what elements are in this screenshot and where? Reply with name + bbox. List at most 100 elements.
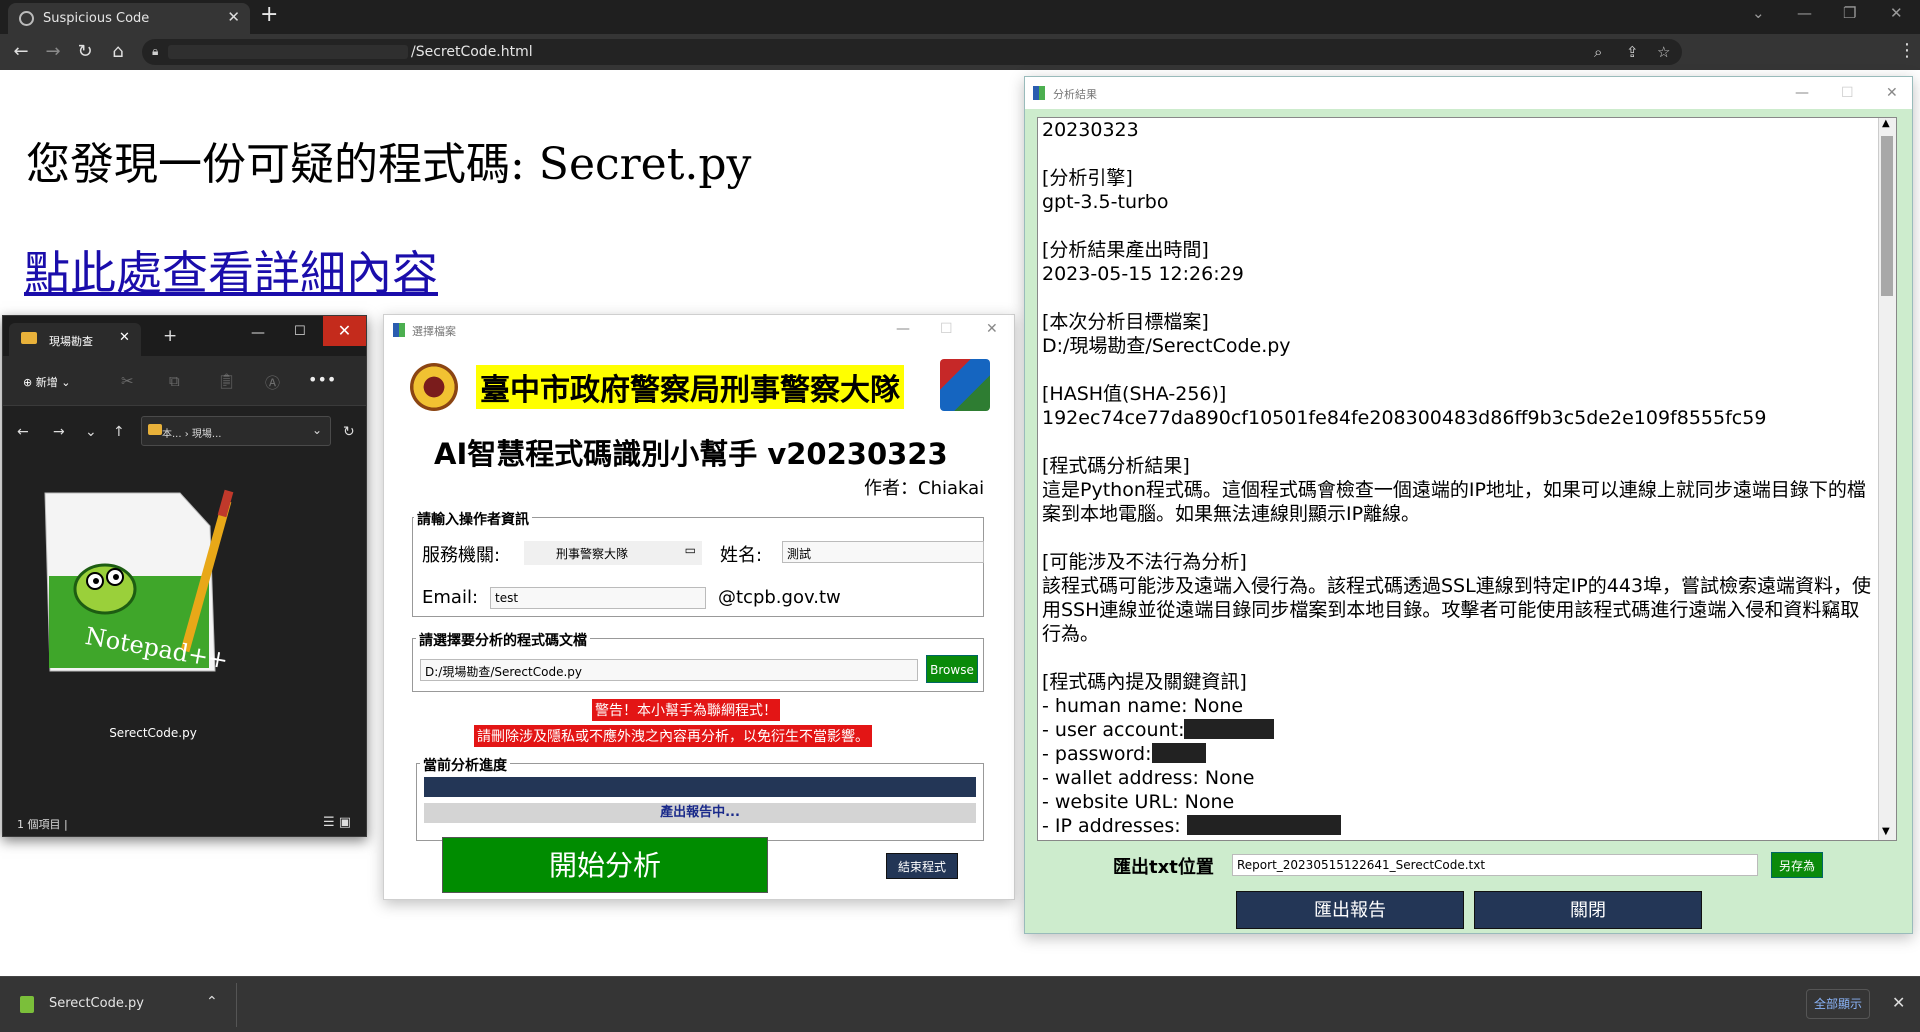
bookmark-star-icon[interactable]: ☆	[1657, 43, 1670, 61]
explorer-close-icon[interactable]: ✕	[323, 316, 366, 346]
progress-bar	[424, 777, 976, 797]
start-analysis-button[interactable]: 開始分析	[442, 837, 768, 893]
forward-icon[interactable]: →	[42, 41, 64, 62]
divider	[236, 983, 237, 1027]
browser-menu-icon[interactable]: ⋮	[1898, 40, 1916, 61]
result-line: [本次分析目標檔案]	[1042, 311, 1209, 333]
show-all-button[interactable]: 全部顯示	[1806, 989, 1870, 1019]
restore-icon[interactable]: ❐	[1843, 4, 1856, 22]
python-file-icon	[20, 996, 34, 1013]
share-icon[interactable]: ⇪	[1626, 43, 1639, 61]
explorer-maximize-icon[interactable]: ☐	[294, 324, 306, 339]
result-line: [程式碼分析結果]	[1042, 455, 1190, 477]
result-line: - IP addresses:	[1042, 815, 1181, 837]
author-label: 作者：Chiakai	[864, 478, 985, 499]
explorer-breadcrumb-box[interactable]: 本... › 現場... ⌄	[141, 416, 331, 446]
close-window-icon[interactable]: ✕	[1890, 4, 1903, 22]
page-heading: 您發現一份可疑的程式碼: Secret.py	[26, 139, 752, 190]
back-icon[interactable]: ←	[10, 41, 32, 62]
url-redacted	[168, 45, 408, 59]
item-count: 1 個項目	[17, 818, 61, 831]
result-line: [程式碼內提及關鍵資訊]	[1042, 671, 1247, 693]
result-scrollbar[interactable]: ▲ ▼	[1878, 118, 1896, 840]
helper-close-icon[interactable]: ✕	[986, 321, 998, 337]
scroll-down-icon[interactable]: ▼	[1882, 826, 1890, 837]
result-line: - user account:	[1042, 719, 1185, 741]
chevron-up-icon[interactable]: ⌃	[206, 994, 218, 1010]
more-options-icon[interactable]: •••	[308, 370, 336, 389]
result-close-icon[interactable]: ✕	[1886, 85, 1898, 101]
minimize-icon[interactable]: —	[1797, 4, 1812, 22]
app-title: AI智慧程式碼識別小幫手 v20230323	[434, 437, 948, 471]
result-line: [分析引擎]	[1042, 167, 1133, 189]
scroll-thumb[interactable]	[1881, 136, 1893, 296]
helper-maximize-icon[interactable]: ☐	[940, 321, 953, 337]
browse-button[interactable]: Browse	[926, 655, 978, 683]
operator-group-label: 請輸入操作者資訊	[414, 509, 532, 529]
details-link[interactable]: 點此處查看詳細內容	[24, 237, 438, 303]
result-line: [可能涉及不法行為分析]	[1042, 551, 1247, 573]
explorer-recent-icon[interactable]: ⌄	[85, 424, 97, 440]
explorer-minimize-icon[interactable]: —	[251, 325, 265, 341]
name-field[interactable]: 測試	[782, 541, 984, 563]
explorer-tab[interactable]: 現場勘查 ✕	[9, 323, 141, 356]
result-titlebar: 分析結果 — ☐ ✕	[1025, 77, 1912, 109]
result-line: - password:	[1042, 743, 1152, 765]
browser-tab[interactable]: Suspicious Code ✕	[8, 3, 250, 34]
scroll-up-icon[interactable]: ▲	[1882, 118, 1890, 129]
result-maximize-icon[interactable]: ☐	[1841, 85, 1854, 101]
copy-icon[interactable]: ⧉	[169, 372, 180, 390]
result-line: - human name: None	[1042, 695, 1244, 717]
explorer-tab-close-icon[interactable]: ✕	[119, 330, 130, 345]
helper-titlebar: 選擇檔案 — ☐ ✕	[384, 315, 1014, 345]
new-tab-button[interactable]: +	[260, 2, 278, 27]
result-textarea[interactable]: 20230323 [分析引擎] gpt-3.5-turbo [分析結果產出時間] 2…	[1037, 117, 1897, 841]
explorer-up-icon[interactable]: ↑	[113, 424, 125, 440]
code-helper-window: 選擇檔案 — ☐ ✕ 臺中市政府警察局刑事警察大隊 AI智慧程式碼識別小幫手 v…	[383, 314, 1015, 900]
url-text[interactable]: /SecretCode.html	[411, 44, 533, 60]
lock-icon[interactable]: 🔒︎	[152, 44, 158, 59]
result-line: [分析結果產出時間]	[1042, 239, 1209, 261]
explorer-command-bar: ⊕ 新增 ⌄ ✂ ⧉ 📋︎ Ⓐ •••	[3, 356, 366, 406]
export-path-field[interactable]: Report_20230515122641_SerectCode.txt	[1232, 854, 1758, 876]
explorer-forward-icon[interactable]: →	[53, 424, 65, 440]
result-line: 20230323	[1042, 119, 1139, 141]
file-explorer-window: 現場勘查 ✕ + — ☐ ✕ ⊕ 新增 ⌄ ✂ ⧉ 📋︎ Ⓐ ••• ← → ⌄…	[2, 315, 367, 837]
agency-select[interactable]: 刑事警察大隊 ▭	[524, 541, 702, 565]
save-as-button[interactable]: 另存為	[1771, 852, 1823, 878]
email-field[interactable]: test	[490, 587, 706, 609]
reload-icon[interactable]: ↻	[74, 41, 96, 62]
close-button[interactable]: 關閉	[1474, 891, 1702, 929]
close-downloads-icon[interactable]: ✕	[1892, 993, 1905, 1012]
browser-tab-bar: Suspicious Code ✕ + ⌄ — ❐ ✕	[0, 0, 1920, 34]
explorer-back-icon[interactable]: ←	[17, 424, 29, 440]
helper-minimize-icon[interactable]: —	[896, 321, 910, 337]
explorer-refresh-icon[interactable]: ↻	[343, 424, 355, 440]
result-line: D:/現場勘查/SerectCode.py	[1042, 335, 1291, 357]
file-path-field[interactable]: D:/現場勘查/SerectCode.py	[420, 659, 918, 681]
home-icon[interactable]: ⌂	[107, 41, 129, 62]
download-item[interactable]: SerectCode.py	[49, 996, 144, 1011]
new-item-button[interactable]: ⊕ 新增 ⌄	[23, 374, 70, 390]
notepadpp-file-icon[interactable]: Notepad++	[35, 481, 235, 686]
explorer-new-tab-icon[interactable]: +	[163, 326, 177, 346]
agency-label: 服務機關:	[422, 545, 501, 566]
view-toggle-icons[interactable]: ☰ ▣	[323, 815, 351, 830]
chevron-down-icon[interactable]: ⌄	[312, 423, 322, 437]
result-line: - wallet address: None	[1042, 767, 1255, 789]
result-minimize-icon[interactable]: —	[1795, 85, 1809, 101]
rename-icon[interactable]: Ⓐ	[265, 372, 280, 393]
cut-icon[interactable]: ✂	[121, 372, 134, 390]
paste-icon[interactable]: 📋︎	[217, 372, 236, 390]
file-name-label[interactable]: SerectCode.py	[78, 726, 228, 740]
result-line: 192ec74ce77da890cf10501fe84fe208300483d8…	[1042, 407, 1767, 429]
result-line: 該程式碼可能涉及遠端入侵行為。該程式碼透過SSL連線到特定IP的443埠，嘗試檢…	[1042, 575, 1872, 645]
globe-icon	[19, 11, 34, 26]
zoom-icon[interactable]: ⌕	[1594, 43, 1602, 61]
email-label: Email:	[422, 587, 479, 608]
export-report-button[interactable]: 匯出報告	[1236, 891, 1464, 929]
exit-program-button[interactable]: 結束程式	[886, 853, 958, 879]
tab-search-icon[interactable]: ⌄	[1752, 4, 1765, 22]
redaction-box	[1184, 719, 1275, 739]
tab-close-icon[interactable]: ✕	[227, 8, 240, 26]
